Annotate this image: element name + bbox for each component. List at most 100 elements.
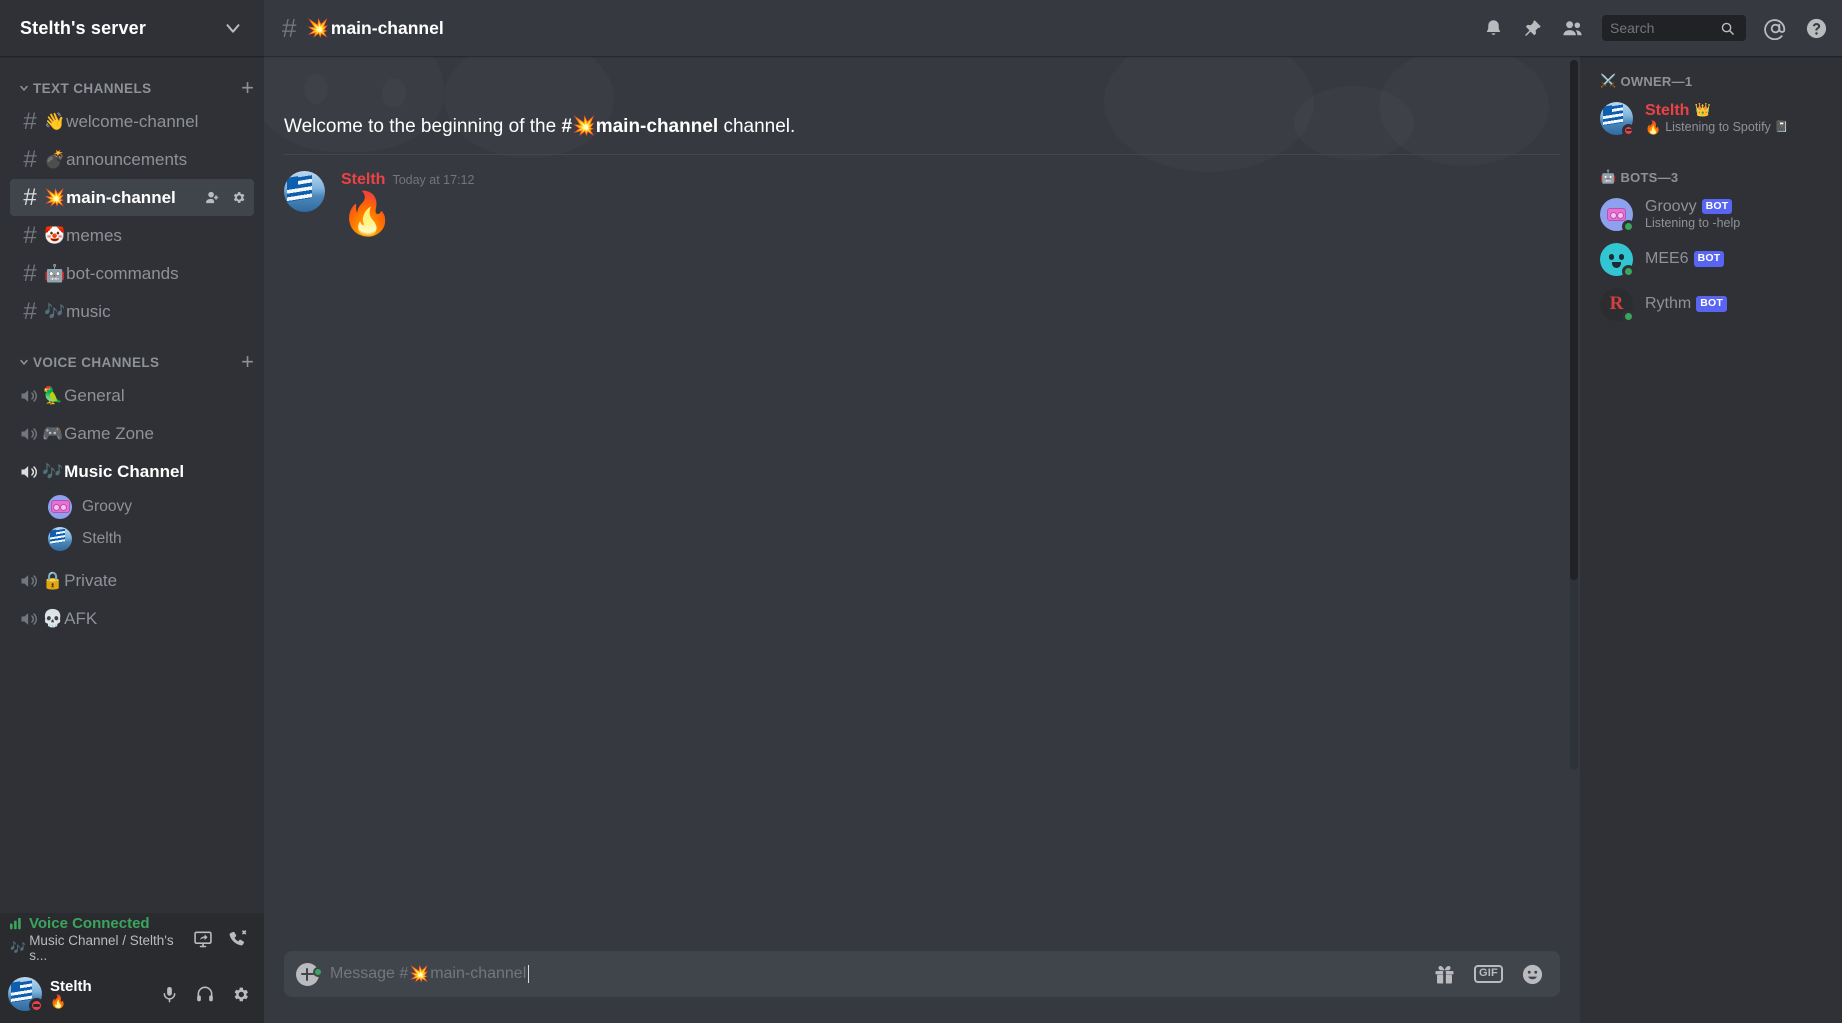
gear-icon[interactable]	[231, 985, 250, 1004]
greek-flag-avatar[interactable]	[284, 171, 325, 212]
channel-topbar: # 💥 main-channel	[264, 0, 1842, 56]
current-user-custom-status: 🔥	[50, 994, 67, 1010]
welcome-prefix: Welcome to the beginning of the	[284, 116, 562, 137]
attach-file-button[interactable]	[284, 962, 330, 986]
category-text-left: TEXT CHANNELS	[18, 81, 152, 96]
voice-member-name: Groovy	[82, 497, 132, 515]
voice-channel-music-channel[interactable]: 🎶 Music Channel	[10, 453, 254, 490]
create-invite-icon[interactable]	[204, 189, 221, 206]
disconnect-call-icon[interactable]	[227, 929, 248, 950]
category-voice-left: VOICE CHANNELS	[18, 355, 159, 370]
voice-member-groovy[interactable]: Groovy	[10, 491, 254, 522]
emoji-smiley-icon[interactable]	[1521, 963, 1544, 986]
composer-placeholder-prefix: Message #	[330, 965, 409, 982]
add-voice-channel-button[interactable]: +	[241, 351, 254, 373]
server-header[interactable]: Stelth's server	[0, 0, 264, 56]
boombox-icon	[1607, 207, 1626, 221]
headphones-icon[interactable]	[195, 984, 215, 1004]
message-timestamp: Today at 17:12	[392, 173, 475, 187]
channel-label: main-channel	[66, 187, 176, 207]
avatar	[1600, 101, 1635, 137]
signal-bars-icon	[10, 917, 21, 930]
boombox-icon	[50, 500, 70, 513]
voice-channel-general[interactable]: 🦜 General	[10, 377, 254, 414]
attach-status-badge	[313, 966, 323, 977]
server-name: Stelth's server	[20, 17, 147, 38]
search-icon[interactable]	[1720, 21, 1735, 36]
member-name-row: Groovy BOT	[1645, 197, 1740, 216]
voice-channel-path-row: 🎶 Music Channel / Stelth's s...	[10, 933, 193, 963]
status-badge-online	[1622, 219, 1635, 233]
search-input[interactable]	[1610, 20, 1720, 36]
help-icon[interactable]	[1805, 17, 1828, 40]
message-body: Stelth Today at 17:12 🔥	[341, 171, 474, 237]
channel-bot-commands[interactable]: # 🤖 bot-commands	[10, 255, 254, 292]
channel-label: welcome-channel	[66, 111, 199, 131]
mentions-icon[interactable]	[1764, 17, 1787, 40]
status-emoji: 🔥	[1645, 119, 1662, 135]
chevron-down-icon	[20, 85, 28, 91]
channel-announcements[interactable]: # 💣 announcements	[10, 141, 254, 178]
member-row-mee6[interactable]: MEE6 BOT	[1588, 237, 1834, 281]
member-row-groovy[interactable]: Groovy BOT Listening to -help	[1588, 192, 1834, 236]
add-text-channel-button[interactable]: +	[241, 77, 254, 99]
member-info: MEE6 BOT	[1645, 249, 1725, 268]
avatar	[1600, 242, 1635, 278]
speaker-icon	[16, 462, 42, 482]
voice-channel-game-zone[interactable]: 🎮 Game Zone	[10, 415, 254, 452]
member-row-rythm[interactable]: R Rythm BOT	[1588, 282, 1834, 326]
search-box[interactable]	[1602, 15, 1746, 41]
avatar[interactable]	[8, 977, 44, 1013]
groovy-avatar	[48, 494, 72, 519]
hash-icon: #	[23, 183, 37, 211]
bell-icon[interactable]	[1483, 18, 1504, 39]
channel-memes[interactable]: # 🤡 memes	[10, 217, 254, 254]
screen-share-icon[interactable]	[193, 929, 213, 949]
channel-emoji: 🔒	[42, 571, 64, 590]
gift-icon[interactable]	[1433, 963, 1456, 986]
microphone-icon[interactable]	[160, 985, 179, 1004]
message-composer[interactable]: Message # 💥 main-channel GIF	[284, 951, 1560, 997]
channel-welcome-channel[interactable]: # 👋 welcome-channel	[10, 103, 254, 140]
channel-sidebar: Stelth's server TEXT CHANNELS + # 👋 welc…	[0, 0, 264, 1023]
category-text-channels[interactable]: TEXT CHANNELS +	[0, 74, 264, 102]
voice-channel-private[interactable]: 🔒 Private	[10, 562, 254, 599]
welcome-suffix: channel.	[718, 116, 796, 137]
pin-icon[interactable]	[1522, 18, 1543, 39]
voice-channel-afk[interactable]: 💀 AFK	[10, 600, 254, 637]
voice-connection-info: Voice Connected 🎶 Music Channel / Stelth…	[10, 915, 193, 963]
channel-music[interactable]: # 🎶 music	[10, 293, 254, 330]
channel-settings-gear-icon[interactable]	[231, 190, 246, 205]
member-name: Stelth	[1645, 101, 1690, 119]
channel-label: memes	[66, 225, 122, 245]
channel-main-channel[interactable]: # 💥 main-channel	[10, 179, 254, 216]
status-badge-online	[1622, 264, 1635, 278]
member-status: Listening to -help	[1645, 216, 1740, 231]
channel-label: Game Zone	[64, 423, 154, 443]
member-name: Rythm	[1645, 295, 1692, 313]
current-user-info: Stelth 🔥	[50, 978, 92, 1010]
bot-badge: BOT	[1693, 251, 1725, 267]
message-input[interactable]: Message # 💥 main-channel	[330, 952, 1433, 996]
message-author[interactable]: Stelth	[341, 171, 385, 189]
member-row-stelth[interactable]: Stelth 👑 🔥 Listening to Spotify 📓	[1588, 96, 1834, 140]
speaker-icon	[16, 424, 42, 444]
chat-scrollbar-thumb[interactable]	[1570, 60, 1578, 580]
member-group-label: OWNER—1	[1620, 73, 1693, 89]
current-user-name: Stelth	[50, 977, 92, 995]
voice-connection-panel: Voice Connected 🎶 Music Channel / Stelth…	[0, 913, 264, 965]
user-bar-actions	[160, 984, 256, 1004]
voice-panel-actions	[193, 929, 256, 950]
chevron-down-icon[interactable]	[222, 17, 244, 39]
gif-picker-button[interactable]: GIF	[1474, 965, 1503, 983]
members-icon[interactable]	[1561, 17, 1584, 40]
hash-icon: #	[23, 297, 37, 325]
member-group-label: BOTS—3	[1620, 169, 1679, 185]
category-voice-channels[interactable]: VOICE CHANNELS +	[0, 348, 264, 376]
member-info: Stelth 👑 🔥 Listening to Spotify 📓	[1645, 101, 1789, 136]
text-caret	[528, 965, 530, 983]
channel-label: music	[66, 301, 111, 321]
voice-member-stelth[interactable]: Stelth	[10, 523, 254, 554]
spotify-note-icon: 📓	[1774, 121, 1789, 133]
member-name: MEE6	[1645, 250, 1689, 268]
